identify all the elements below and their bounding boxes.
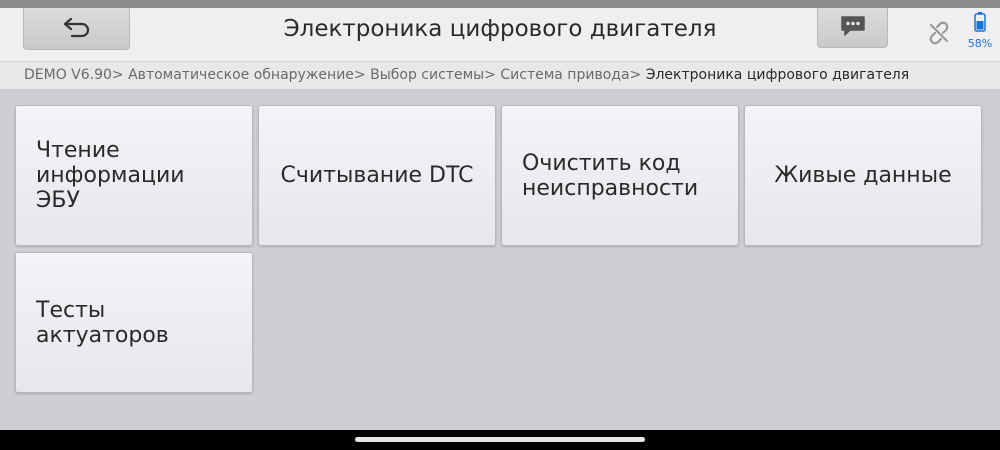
message-icon — [839, 14, 867, 42]
menu-tile-live-data[interactable]: Живые данные — [744, 105, 982, 246]
breadcrumb: DEMO V6.90> Автоматическое обнаружение> … — [0, 62, 1000, 90]
battery-icon — [966, 12, 994, 36]
menu-tile-actuator-tests[interactable]: Тесты актуаторов — [15, 252, 253, 393]
battery-percent: 58% — [967, 37, 993, 50]
message-button[interactable] — [817, 8, 888, 48]
menu-tile-clear-dtc[interactable]: Очистить код неисправности — [501, 105, 739, 246]
page-title: Электроника цифрового двигателя — [283, 16, 717, 42]
menu-tile-label: Живые данные — [774, 163, 952, 188]
menu-tile-label: Очистить код неисправности — [522, 150, 699, 201]
home-indicator[interactable] — [355, 437, 645, 442]
breadcrumb-item-system-select[interactable]: Выбор системы> — [370, 67, 496, 83]
link-broken-icon — [926, 20, 952, 46]
header-bar: Электроника цифрового двигателя 58% — [0, 8, 1000, 62]
menu-tile-label: Чтение информации ЭБУ — [36, 138, 185, 213]
back-arrow-icon — [62, 16, 92, 42]
app-screen: Электроника цифрового двигателя 58% DEMO… — [0, 0, 1000, 450]
menu-tile-read-dtc[interactable]: Считывание DTC — [258, 105, 496, 246]
status-strip — [0, 0, 1000, 8]
battery-indicator: 58% — [966, 12, 994, 52]
breadcrumb-item-auto-detect[interactable]: Автоматическое обнаружение> — [128, 67, 366, 83]
breadcrumb-item-current: Электроника цифрового двигателя — [645, 67, 910, 83]
breadcrumb-item-drive-system[interactable]: Система привода> — [500, 67, 641, 83]
back-button[interactable] — [23, 8, 130, 50]
breadcrumb-item-demo[interactable]: DEMO V6.90> — [24, 67, 124, 83]
menu-tile-read-ecu-info[interactable]: Чтение информации ЭБУ — [15, 105, 253, 246]
menu-tile-label: Считывание DTC — [280, 163, 474, 188]
menu-tile-label: Тесты актуаторов — [36, 297, 169, 348]
